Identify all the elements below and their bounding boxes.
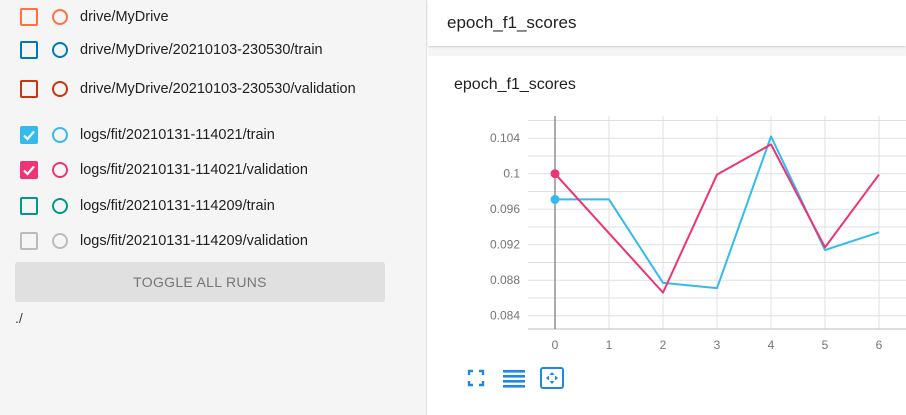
y-tick-label: 0.092: [490, 238, 520, 252]
y-tick-label: 0.1: [503, 167, 520, 181]
chart-toolbar: [462, 364, 576, 392]
run-item[interactable]: drive/MyDrive/20210103-230530/validation: [20, 79, 390, 103]
run-color-swatch[interactable]: [52, 162, 68, 178]
checkmark-icon: [23, 130, 35, 141]
run-label: drive/MyDrive/20210103-230530/validation: [80, 81, 356, 97]
run-label: logs/fit/20210131-114209/validation: [80, 233, 308, 249]
run-item[interactable]: logs/fit/20210131-114209/validation: [20, 231, 390, 255]
x-tick-label: 0: [552, 338, 559, 352]
run-item[interactable]: drive/MyDrive/20210103-230530/train: [20, 40, 390, 64]
series-hover-point: [550, 194, 560, 204]
legend-toggle-button[interactable]: [500, 364, 528, 392]
run-label: drive/MyDrive/20210103-230530/train: [80, 42, 323, 58]
run-color-swatch[interactable]: [52, 198, 68, 214]
run-checkbox[interactable]: [20, 161, 38, 179]
card-group-header[interactable]: epoch_f1_scores: [428, 0, 906, 46]
run-label: drive/MyDrive: [80, 9, 169, 25]
run-color-swatch[interactable]: [52, 127, 68, 143]
run-checkbox[interactable]: [20, 126, 38, 144]
card-group-title: epoch_f1_scores: [447, 13, 577, 32]
x-tick-label: 6: [876, 338, 883, 352]
run-label: logs/fit/20210131-114021/validation: [80, 162, 308, 178]
run-label: logs/fit/20210131-114209/train: [80, 198, 275, 214]
x-tick-label: 2: [660, 338, 667, 352]
run-checkbox[interactable]: [20, 232, 38, 250]
checkmark-icon: [23, 165, 35, 176]
toggle-all-runs-button[interactable]: TOGGLE ALL RUNS: [15, 262, 385, 302]
run-checkbox[interactable]: [20, 197, 38, 215]
line-chart[interactable]: 0.084 0.088 0.092 0.096 0.1 0.104 0 1 2 3 4 5 6: [428, 56, 906, 356]
fullscreen-icon: [467, 369, 485, 387]
series-hover-point: [550, 169, 560, 179]
runs-sidebar: drive/MyDrive drive/MyDrive/20210103-2305…: [0, 0, 427, 415]
chart-title: epoch_f1_scores: [454, 76, 576, 93]
x-tick-label: 3: [714, 338, 721, 352]
run-color-swatch[interactable]: [52, 9, 68, 25]
log-directory-path: ./: [15, 310, 23, 326]
run-color-swatch[interactable]: [52, 42, 68, 58]
main-panel: epoch_f1_scores 0.084 0.088 0.092 0.096 0.1 0…: [428, 0, 906, 415]
fit-domain-button[interactable]: [538, 364, 566, 392]
x-tick-label: 5: [822, 338, 829, 352]
y-tick-label: 0.084: [490, 309, 520, 323]
fit-domain-icon: [540, 367, 564, 389]
run-checkbox[interactable]: [20, 8, 38, 26]
run-item[interactable]: logs/fit/20210131-114209/train: [20, 196, 390, 220]
y-tick-label: 0.088: [490, 273, 520, 287]
run-item[interactable]: logs/fit/20210131-114021/train: [20, 125, 390, 149]
run-item[interactable]: drive/MyDrive: [20, 7, 390, 31]
x-tick-label: 1: [606, 338, 613, 352]
scalar-chart-card: 0.084 0.088 0.092 0.096 0.1 0.104 0 1 2 3 4 5 6 epoc…: [428, 56, 906, 415]
run-checkbox[interactable]: [20, 80, 38, 98]
x-tick-label: 4: [768, 338, 775, 352]
y-tick-label: 0.096: [490, 202, 520, 216]
legend-toggle-icon: [503, 370, 525, 388]
run-color-swatch[interactable]: [52, 233, 68, 249]
run-item[interactable]: logs/fit/20210131-114021/validation: [20, 160, 390, 184]
run-color-swatch[interactable]: [52, 81, 68, 97]
fullscreen-button[interactable]: [462, 364, 490, 392]
run-label: logs/fit/20210131-114021/train: [80, 127, 275, 143]
y-tick-label: 0.104: [490, 131, 520, 145]
run-checkbox[interactable]: [20, 41, 38, 59]
